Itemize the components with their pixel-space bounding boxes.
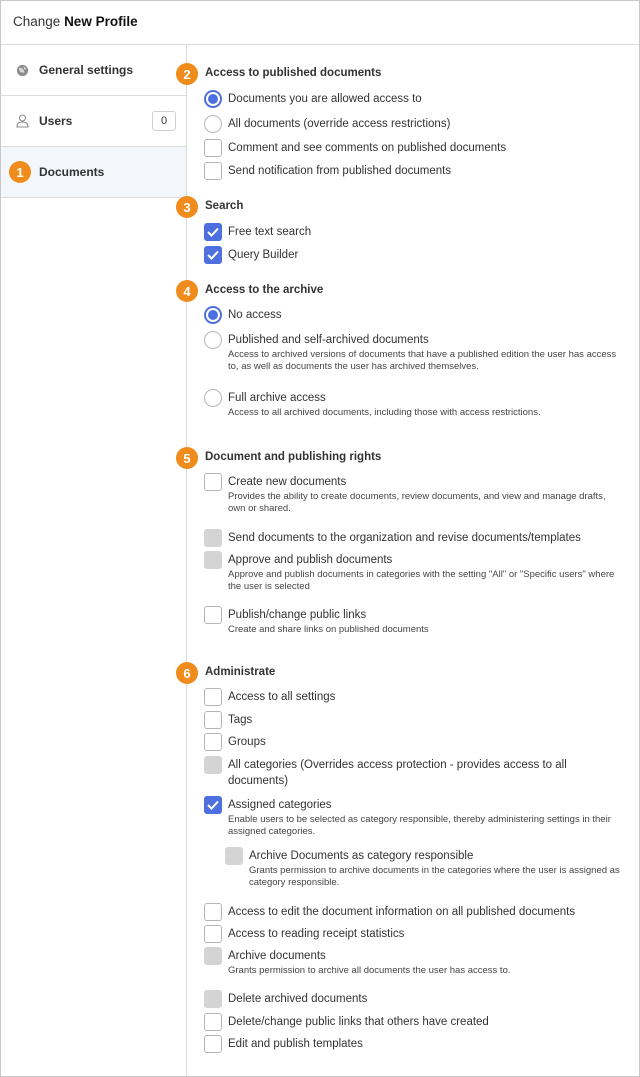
option-label: Send notification from published documen… — [228, 165, 452, 177]
option-description: Approve and publish documents in categor… — [228, 569, 615, 592]
checkbox[interactable] — [204, 733, 222, 751]
checkmark-icon — [207, 250, 219, 260]
step-badge-6: 6 — [176, 662, 198, 684]
sidebar: General settings Users 0 1 Documents — [1, 45, 187, 1076]
radio-button[interactable] — [204, 389, 222, 407]
option-label: Edit and publish templates — [228, 1038, 363, 1050]
option-label: Documents you are allowed access to — [228, 93, 422, 105]
option-label: Delete/change public links that others h… — [228, 1016, 489, 1028]
checkbox[interactable] — [204, 473, 222, 491]
step-badge-4: 4 — [176, 280, 198, 302]
checkmark-icon — [207, 800, 219, 810]
sidebar-item-users[interactable]: Users 0 — [1, 96, 186, 147]
option-label: Publish/change public links — [228, 609, 367, 621]
checkbox[interactable] — [225, 847, 243, 865]
option-description: Grants permission to archive documents i… — [249, 865, 620, 888]
section-title-archive: Access to the archive — [205, 284, 324, 296]
option-label: Comment and see comments on published do… — [228, 142, 507, 154]
checkbox[interactable] — [204, 1035, 222, 1053]
step-badge-1: 1 — [9, 161, 31, 183]
section-title-published-access: Access to published documents — [205, 67, 382, 79]
option-description: Grants permission to archive all documen… — [228, 965, 511, 976]
checkbox[interactable] — [204, 606, 222, 624]
section-title-publishing-rights: Document and publishing rights — [205, 451, 382, 463]
option-description: Create and share links on published docu… — [228, 624, 429, 635]
option-label: Archive documents — [228, 950, 326, 962]
step-badge-2: 2 — [176, 63, 198, 85]
profile-editor-window: Change New Profile General settings User… — [0, 0, 640, 1077]
option-label: Query Builder — [228, 249, 299, 261]
checkbox[interactable] — [204, 223, 222, 241]
option-description: Enable users to be selected as category … — [228, 814, 611, 837]
checkbox[interactable] — [204, 756, 222, 774]
option-label: Access to reading receipt statistics — [228, 928, 405, 940]
checkbox[interactable] — [204, 903, 222, 921]
option-description: Access to archived versions of documents… — [228, 349, 617, 372]
option-label: Create new documents — [228, 476, 347, 488]
radio-button[interactable] — [204, 306, 222, 324]
option-label: Full archive access — [228, 392, 326, 404]
page-title: New Profile — [64, 14, 138, 29]
section-title-administrate: Administrate — [205, 666, 276, 678]
option-label: Access to all settings — [228, 691, 336, 703]
sidebar-item-label: Documents — [39, 165, 105, 179]
sidebar-item-label: Users — [39, 114, 73, 128]
step-badge-5: 5 — [176, 447, 198, 469]
option-label: Groups — [228, 736, 266, 748]
sidebar-item-documents[interactable]: 1 Documents — [1, 147, 186, 198]
radio-button[interactable] — [204, 331, 222, 349]
header-prefix: Change — [13, 14, 61, 29]
user-icon — [15, 114, 29, 128]
checkbox[interactable] — [204, 1013, 222, 1031]
sidebar-item-general-settings[interactable]: General settings — [1, 45, 186, 96]
option-label: Access to edit the document information … — [228, 906, 576, 918]
option-label: No access — [228, 309, 282, 321]
option-label: Assigned categories — [228, 799, 332, 811]
sidebar-item-label: General settings — [39, 63, 134, 77]
checkbox[interactable] — [204, 925, 222, 943]
checkbox[interactable] — [204, 139, 222, 157]
option-label: All categories (Overrides access protect… — [228, 759, 567, 787]
option-label: Archive Documents as category responsibl… — [249, 850, 474, 862]
globe-icon — [15, 63, 29, 77]
page-header: Change New Profile — [1, 1, 639, 45]
step-badge-3: 3 — [176, 196, 198, 218]
users-count-badge: 0 — [152, 111, 176, 131]
option-label: All documents (override access restricti… — [228, 118, 451, 130]
checkbox[interactable] — [204, 529, 222, 547]
option-label: Delete archived documents — [228, 993, 368, 1005]
radio-button[interactable] — [204, 90, 222, 108]
option-label: Tags — [228, 714, 253, 726]
checkmark-icon — [207, 227, 219, 237]
option-label: Free text search — [228, 226, 312, 238]
option-label: Send documents to the organization and r… — [228, 532, 581, 544]
option-description: Provides the ability to create documents… — [228, 491, 606, 514]
checkbox[interactable] — [204, 162, 222, 180]
checkbox[interactable] — [204, 947, 222, 965]
checkbox[interactable] — [204, 551, 222, 569]
section-title-search: Search — [205, 200, 244, 212]
checkbox[interactable] — [204, 688, 222, 706]
option-label: Approve and publish documents — [228, 554, 393, 566]
checkbox[interactable] — [204, 796, 222, 814]
option-description: Access to all archived documents, includ… — [228, 407, 541, 418]
checkbox[interactable] — [204, 246, 222, 264]
radio-button[interactable] — [204, 115, 222, 133]
checkbox[interactable] — [204, 711, 222, 729]
option-label: Published and self-archived documents — [228, 334, 429, 346]
checkbox[interactable] — [204, 990, 222, 1008]
